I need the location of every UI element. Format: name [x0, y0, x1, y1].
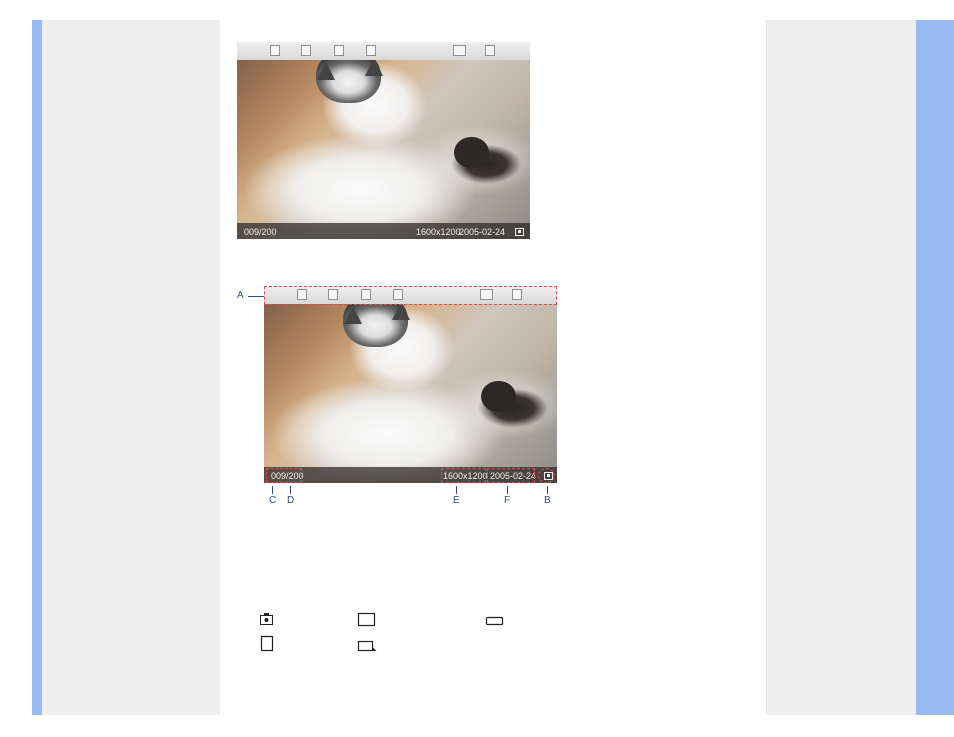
left-sidebar-panel [42, 20, 220, 715]
annotation-box-counter [266, 468, 302, 483]
cat-photo [264, 286, 557, 483]
callout-line-b [547, 486, 548, 494]
callout-line-a [248, 296, 264, 297]
rect-arrow-icon [357, 640, 377, 652]
next-icon[interactable] [485, 45, 495, 56]
annotation-box-storage [538, 468, 555, 483]
slim-rect-icon [485, 616, 504, 626]
photo-frame-top: 009/200 1600x1200 2005-02-24 [237, 42, 530, 239]
image-counter: 009/200 [244, 227, 277, 237]
annotation-box-toolbar [264, 286, 557, 305]
callout-line-d [290, 486, 291, 494]
sd-card-icon [260, 635, 274, 652]
cat-paw [480, 380, 516, 413]
image-resolution: 1600x1200 [416, 227, 461, 237]
prev-icon[interactable] [453, 45, 466, 56]
annotation-box-resolution [441, 468, 486, 483]
list-icon[interactable] [270, 45, 280, 56]
screen-rect-icon [357, 612, 376, 627]
cat-ear-right [365, 58, 383, 76]
annotation-box-date [487, 468, 535, 483]
callout-line-e [456, 486, 457, 494]
callout-label-e: E [453, 495, 460, 506]
rotate-icon[interactable] [301, 45, 311, 56]
callout-label-b: B [544, 495, 551, 506]
storage-camera-icon [515, 228, 524, 236]
callout-label-a: A [237, 290, 244, 301]
camera-card-icon [260, 613, 273, 625]
callout-line-f [507, 486, 508, 494]
cat-paw [453, 136, 489, 169]
right-sidebar-panel [766, 20, 917, 715]
image-date: 2005-02-24 [459, 227, 506, 237]
right-accent-bar [916, 20, 954, 715]
callout-label-c: C [269, 495, 277, 506]
callout-label-f: F [504, 495, 511, 506]
callout-line-c [272, 486, 273, 494]
photo-frame-annotated: 009/200 1600x1200 2005-02-24 [264, 286, 557, 483]
status-bar-top: 009/200 1600x1200 2005-02-24 [237, 223, 530, 239]
info-icon[interactable] [366, 45, 376, 56]
cat-ear-left [317, 62, 335, 80]
left-accent-bar [32, 20, 42, 715]
cat-photo [237, 42, 530, 239]
toolbar-top [237, 42, 530, 60]
callout-label-d: D [287, 495, 295, 506]
cat-ear-left [344, 306, 362, 324]
film-icon[interactable] [334, 45, 344, 56]
